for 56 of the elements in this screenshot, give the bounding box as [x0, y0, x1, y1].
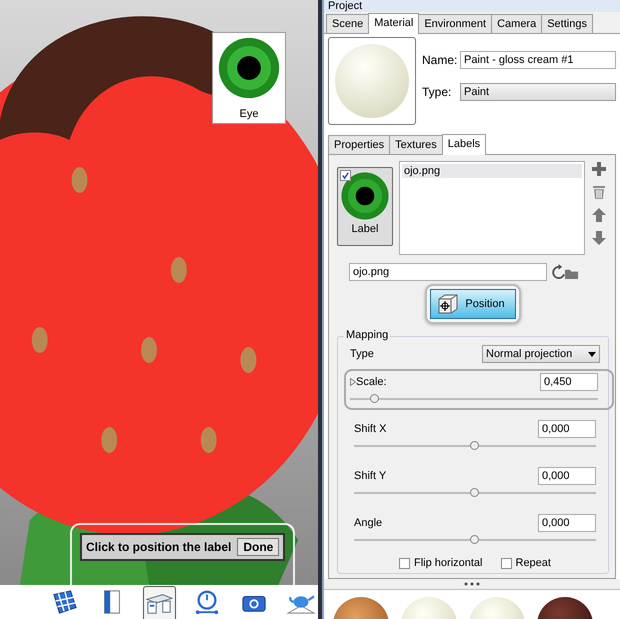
slider-thumb[interactable] — [470, 488, 479, 497]
hint-text: Click to position the label — [86, 540, 232, 554]
slider-thumb[interactable] — [470, 535, 479, 544]
delete-icon[interactable] — [591, 184, 607, 200]
parameter-label: Shift Y — [354, 470, 386, 482]
value-field[interactable]: 0,000 — [538, 514, 596, 532]
value-field[interactable]: 0,000 — [538, 420, 596, 438]
tab[interactable]: Properties — [328, 135, 390, 154]
splitter-grip-icon[interactable] — [464, 582, 480, 586]
label-thumbnail[interactable]: Label — [337, 167, 393, 246]
checkbox[interactable] — [399, 558, 410, 568]
expand-icon — [350, 378, 356, 386]
slider[interactable] — [350, 394, 598, 404]
name-field[interactable]: Paint - gloss cream #1 — [460, 51, 616, 69]
type-label: Type — [350, 348, 374, 360]
tab[interactable]: Material — [368, 13, 420, 34]
position-button[interactable]: Position — [430, 289, 516, 319]
eye-icon — [340, 171, 390, 221]
add-icon[interactable] — [591, 161, 607, 177]
checkbox-label: Repeat — [516, 557, 551, 569]
down-arrow-icon[interactable] — [591, 230, 607, 246]
parameter-label: Shift X — [354, 423, 386, 435]
tab[interactable]: Environment — [418, 14, 492, 33]
checkbox-label: Flip horizontal — [414, 557, 482, 569]
name-label: Name: — [422, 53, 456, 67]
slider[interactable] — [354, 488, 596, 498]
list-item[interactable]: ojo.png — [402, 164, 582, 178]
slider[interactable] — [354, 535, 596, 545]
value-field[interactable]: 0,000 — [538, 467, 596, 485]
eye-icon — [217, 36, 281, 100]
slider-thumb[interactable] — [370, 394, 379, 403]
tab[interactable]: Settings — [541, 14, 593, 33]
checkbox[interactable] — [340, 170, 351, 181]
group-title: Mapping — [344, 329, 390, 341]
cube-crosshair-icon — [437, 293, 460, 315]
type-dropdown[interactable]: Paint — [460, 83, 616, 101]
path-field[interactable]: ojo.png — [349, 263, 547, 281]
type-label: Type: — [422, 85, 452, 99]
slider[interactable] — [354, 441, 596, 451]
up-arrow-icon[interactable] — [591, 207, 607, 223]
slider-thumb[interactable] — [470, 441, 479, 450]
parameter-label: Angle — [354, 517, 382, 529]
tab[interactable]: Camera — [491, 14, 542, 33]
projection-dropdown[interactable]: Normal projection — [482, 345, 600, 363]
caret-icon — [588, 352, 596, 356]
done-button[interactable]: Done — [237, 538, 280, 556]
reload-folder-icon[interactable] — [551, 264, 579, 280]
tab[interactable]: Labels — [442, 134, 486, 155]
checkbox[interactable] — [500, 558, 512, 568]
tab[interactable]: Textures — [389, 135, 443, 154]
tab[interactable]: Scene — [326, 14, 370, 33]
panel-title: Project — [324, 0, 620, 12]
parameter-label: Scale: — [356, 376, 387, 388]
preview-caption: Eye — [240, 107, 258, 122]
thumbnail-caption: Label — [352, 223, 378, 235]
value-field[interactable]: 0,450 — [540, 373, 598, 391]
